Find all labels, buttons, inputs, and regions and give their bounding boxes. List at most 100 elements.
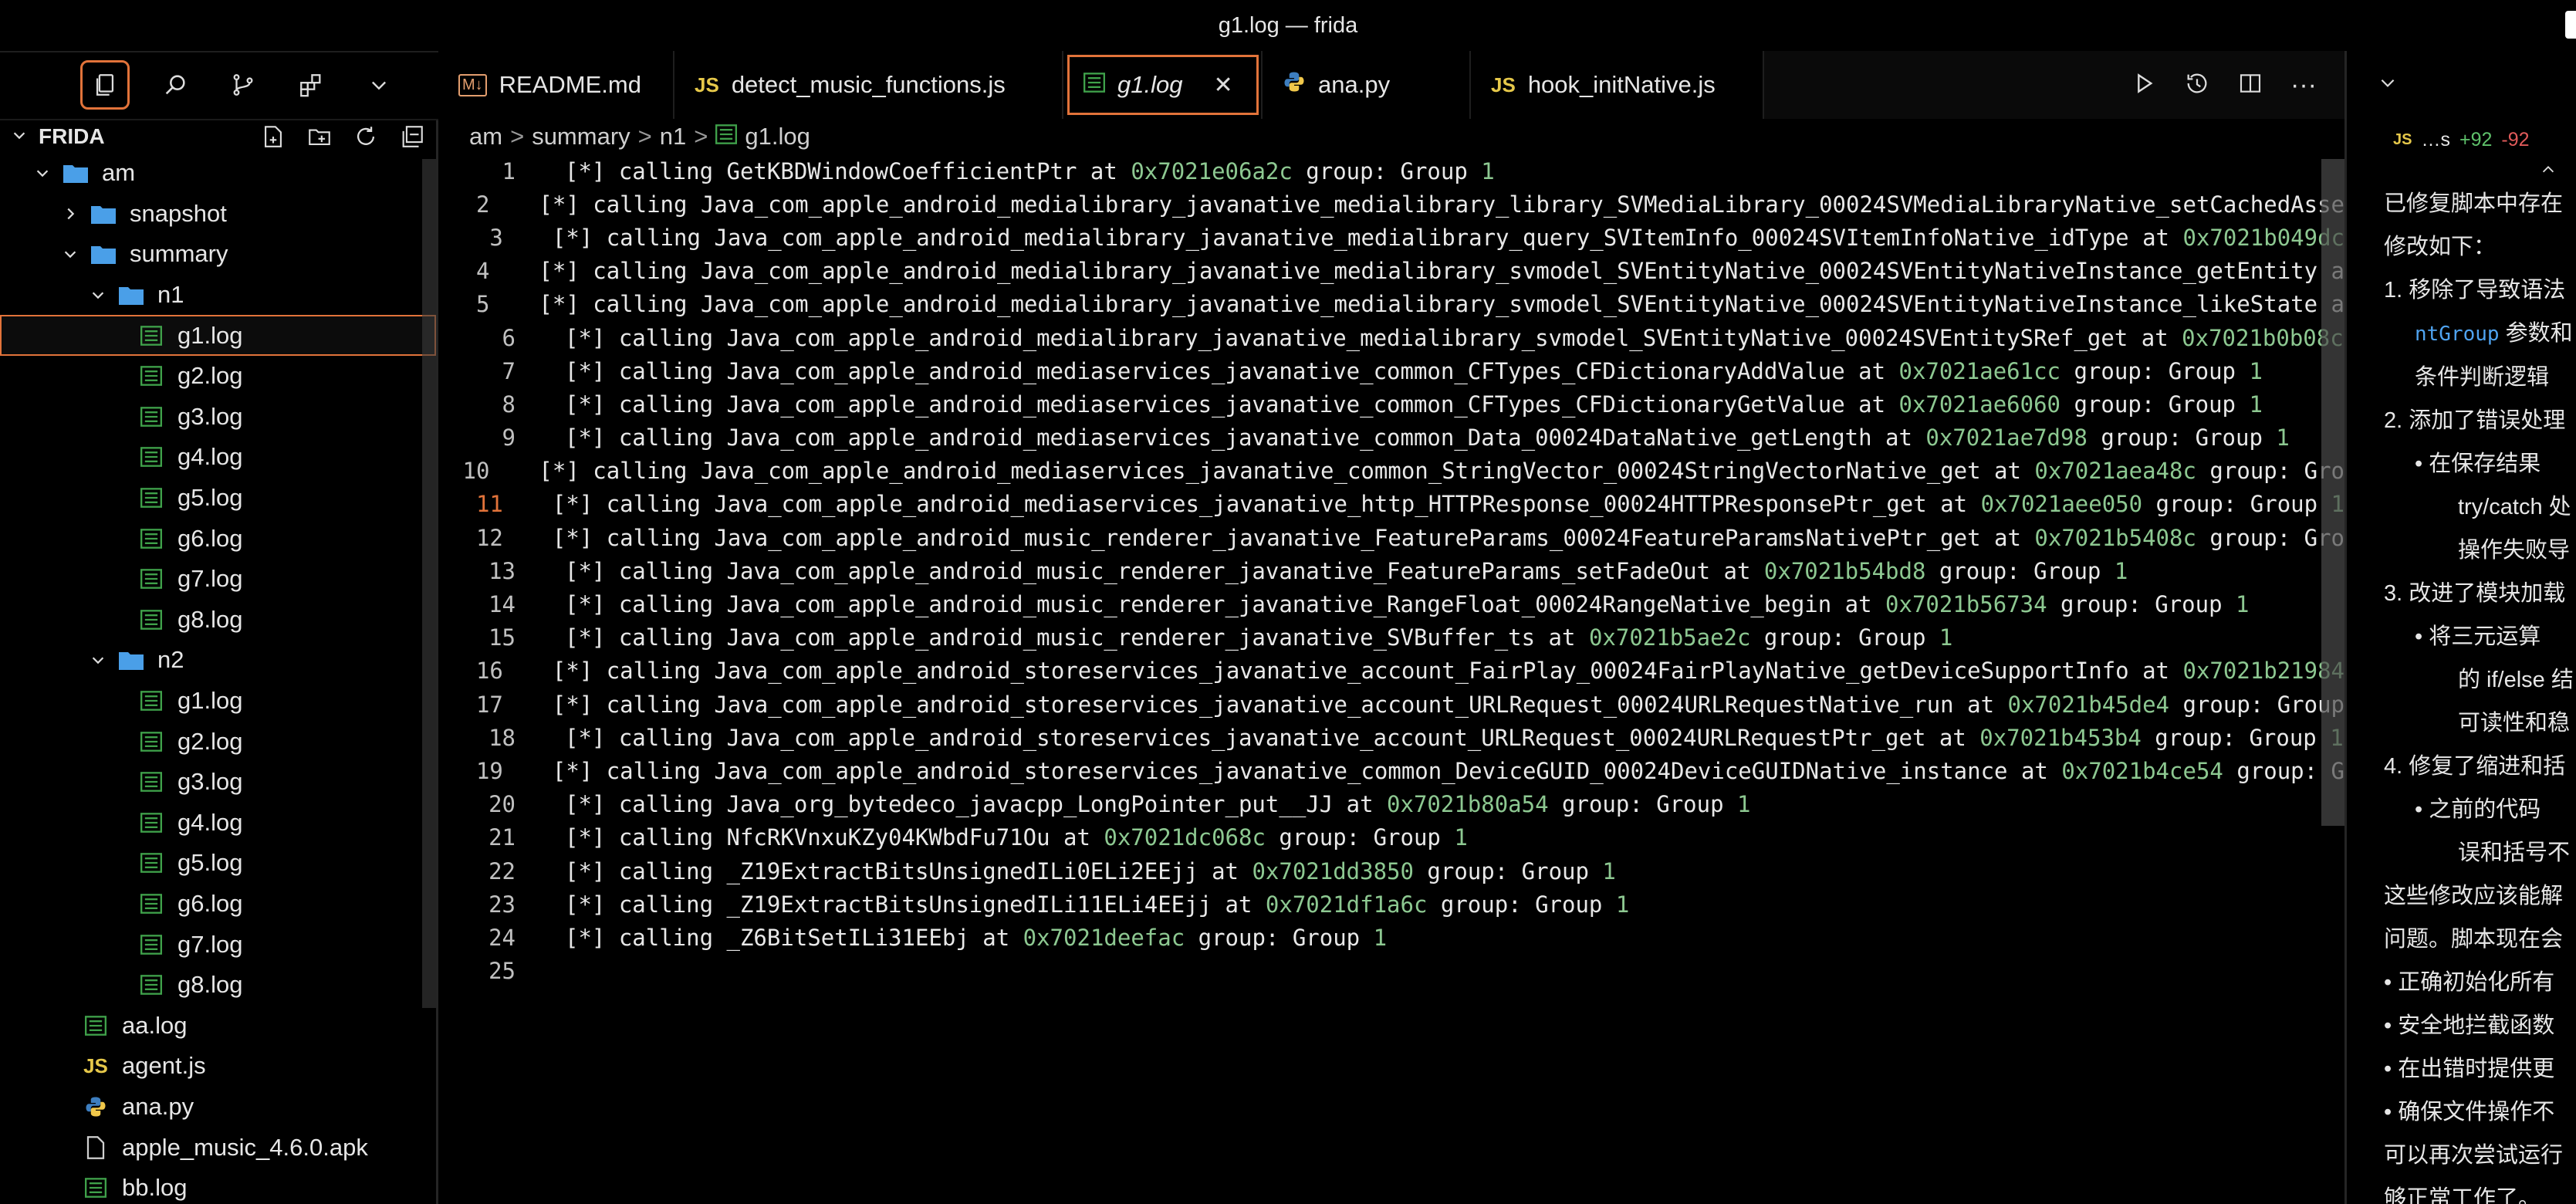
group-number: 1 <box>1454 824 1468 851</box>
tree-file[interactable]: g3.log <box>0 762 436 803</box>
tab-ana-py[interactable]: ana.py <box>1263 51 1471 119</box>
code-line[interactable]: 3 [*] calling Java_com_apple_android_medi… <box>438 221 2344 254</box>
tree-folder[interactable]: summary <box>0 234 436 275</box>
new-file-icon[interactable] <box>260 123 286 155</box>
line-number: 5 <box>475 291 490 318</box>
tree-folder[interactable]: am <box>0 153 436 194</box>
code-line[interactable]: 1 [*] calling GetKBDWindowCoefficientPtr … <box>438 154 2344 188</box>
tree-file[interactable]: bb.log <box>0 1168 436 1204</box>
tree-file[interactable]: g8.log <box>0 600 436 641</box>
code-line[interactable]: 5 [*] calling Java_com_apple_android_medi… <box>438 288 2344 321</box>
tree-file[interactable]: ana.py <box>0 1087 436 1128</box>
line-content: [*] calling NfcRKVnxuKZy04KWbdFu71Ou at … <box>516 824 1468 851</box>
code-line[interactable]: 4 [*] calling Java_com_apple_android_medi… <box>438 255 2344 288</box>
tree-file[interactable]: apple_music_4.6.0.apk <box>0 1127 436 1168</box>
code-line[interactable]: 10 [*] calling Java_com_apple_android_med… <box>438 455 2344 488</box>
tree-folder[interactable]: n2 <box>0 640 436 681</box>
code-line[interactable]: 13 [*] calling Java_com_apple_android_mus… <box>438 554 2344 587</box>
tree-file[interactable]: g5.log <box>0 478 436 519</box>
log-prefix: [*] calling <box>565 824 727 851</box>
log-file-icon <box>1083 71 1105 99</box>
breadcrumb-item[interactable]: n1 <box>660 123 686 150</box>
chevron-right-icon <box>59 205 82 222</box>
code-line[interactable]: 6 [*] calling Java_com_apple_android_medi… <box>438 321 2344 354</box>
code-line[interactable]: 7 [*] calling Java_com_apple_android_medi… <box>438 354 2344 387</box>
collapse-all-icon[interactable] <box>399 123 425 155</box>
close-icon[interactable]: ✕ <box>1213 72 1232 99</box>
tree-file[interactable]: JS agent.js <box>0 1046 436 1087</box>
changed-file-entry[interactable]: JS …s +92 -92 <box>2347 120 2576 159</box>
breadcrumb-item[interactable]: summary <box>532 123 630 150</box>
tree-file[interactable]: g8.log <box>0 965 436 1006</box>
explorer-icon[interactable] <box>80 60 130 110</box>
file-tree: am snapshot summary n1 g1.log g2.log g3.log g4.… <box>0 153 436 1204</box>
tree-file[interactable]: g5.log <box>0 843 436 884</box>
more-actions-icon[interactable]: ··· <box>2290 70 2317 100</box>
run-icon[interactable] <box>2131 71 2156 100</box>
code-line[interactable]: 15 [*] calling Java_com_apple_android_mus… <box>438 621 2344 654</box>
tree-file[interactable]: g2.log <box>0 721 436 762</box>
breadcrumb-item[interactable]: am <box>469 123 502 150</box>
tree-item-label: g2.log <box>177 362 243 390</box>
code-line[interactable]: 17 [*] calling Java_com_apple_android_sto… <box>438 688 2344 721</box>
code-line[interactable]: 16 [*] calling Java_com_apple_android_sto… <box>438 654 2344 688</box>
timeline-icon[interactable] <box>2184 70 2210 100</box>
code-line[interactable]: 21 [*] calling NfcRKVnxuKZy04KWbdFu71Ou a… <box>438 821 2344 854</box>
code-line[interactable]: 22 [*] calling _Z19ExtractBitsUnsignedILi… <box>438 854 2344 888</box>
tree-file[interactable]: g4.log <box>0 437 436 478</box>
source-control-icon[interactable] <box>221 63 265 107</box>
code-line[interactable]: 12 [*] calling Java_com_apple_android_mus… <box>438 521 2344 554</box>
extensions-icon[interactable] <box>289 63 333 107</box>
tree-file[interactable]: g7.log <box>0 559 436 600</box>
tree-file[interactable]: g7.log <box>0 924 436 965</box>
tree-folder[interactable]: snapshot <box>0 194 436 235</box>
code-line[interactable]: 2 [*] calling Java_com_apple_android_medi… <box>438 188 2344 221</box>
sidebar-scrollbar[interactable] <box>422 159 436 1008</box>
tree-folder[interactable]: n1 <box>0 275 436 316</box>
chevron-down-icon[interactable] <box>2378 73 2398 99</box>
address: 0x7021ae6060 <box>1898 391 2061 418</box>
refresh-icon[interactable] <box>353 123 379 155</box>
code-editor[interactable]: 1 [*] calling GetKBDWindowCoefficientPtr … <box>438 154 2344 1204</box>
tree-item-label: am <box>102 159 136 187</box>
tree-file[interactable]: g1.log <box>0 315 436 356</box>
search-icon[interactable] <box>153 63 198 107</box>
tree-file[interactable]: g1.log <box>0 681 436 722</box>
tree-file[interactable]: g4.log <box>0 803 436 844</box>
breadcrumb-separator: > <box>510 123 525 150</box>
tab-g1-log[interactable]: g1.log ✕ <box>1063 51 1263 119</box>
code-line[interactable]: 20 [*] calling Java_org_bytedeco_javacpp_… <box>438 788 2344 821</box>
code-line[interactable]: 9 [*] calling Java_com_apple_android_medi… <box>438 421 2344 455</box>
code-line[interactable]: 24 [*] calling _Z6BitSetILi31EEbj at 0x70… <box>438 921 2344 954</box>
tree-file[interactable]: g3.log <box>0 397 436 438</box>
at-keyword: at <box>1844 391 1899 418</box>
code-line[interactable]: 19 [*] calling Java_com_apple_android_sto… <box>438 754 2344 787</box>
new-folder-icon[interactable] <box>306 123 333 155</box>
editor-scrollbar[interactable] <box>2321 159 2344 826</box>
chat-text-line: • 安全地拦截函数 <box>2384 1013 2555 1038</box>
function-name: Java_com_apple_android_mediaservices_jav… <box>726 357 1845 384</box>
code-line[interactable]: 23 [*] calling _Z19ExtractBitsUnsignedILi… <box>438 888 2344 921</box>
tab-hook-initnative-js[interactable]: JS hook_initNative.js <box>1471 51 1764 119</box>
file-icon <box>82 1135 110 1159</box>
lines-added: +92 <box>2459 128 2493 150</box>
tab-label: detect_music_functions.js <box>731 71 1006 98</box>
code-line[interactable]: 18 [*] calling Java_com_apple_android_sto… <box>438 721 2344 754</box>
code-line[interactable]: 14 [*] calling Java_com_apple_android_mus… <box>438 587 2344 621</box>
breadcrumb-item[interactable]: g1.log <box>745 123 810 150</box>
tab-detect-music-functions-js[interactable]: JS detect_music_functions.js <box>674 51 1063 119</box>
tree-file[interactable]: g6.log <box>0 518 436 559</box>
code-line[interactable]: 11 [*] calling Java_com_apple_android_med… <box>438 488 2344 521</box>
tree-file[interactable]: g6.log <box>0 884 436 925</box>
explorer-root-header[interactable]: FRIDA <box>0 120 436 153</box>
line-content: [*] calling Java_com_apple_android_media… <box>516 424 2290 451</box>
chevron-down-icon[interactable] <box>357 63 401 107</box>
tab-readme-md[interactable]: M↓ README.md <box>438 51 674 119</box>
chevron-up-icon[interactable] <box>2347 159 2576 182</box>
code-line[interactable]: 8 [*] calling Java_com_apple_android_medi… <box>438 387 2344 421</box>
split-editor-icon[interactable] <box>2238 71 2263 100</box>
tree-file[interactable]: aa.log <box>0 1005 436 1046</box>
code-line[interactable]: 25 <box>438 955 2344 988</box>
tree-file[interactable]: g2.log <box>0 356 436 397</box>
group-label: group: Group <box>2060 357 2250 384</box>
